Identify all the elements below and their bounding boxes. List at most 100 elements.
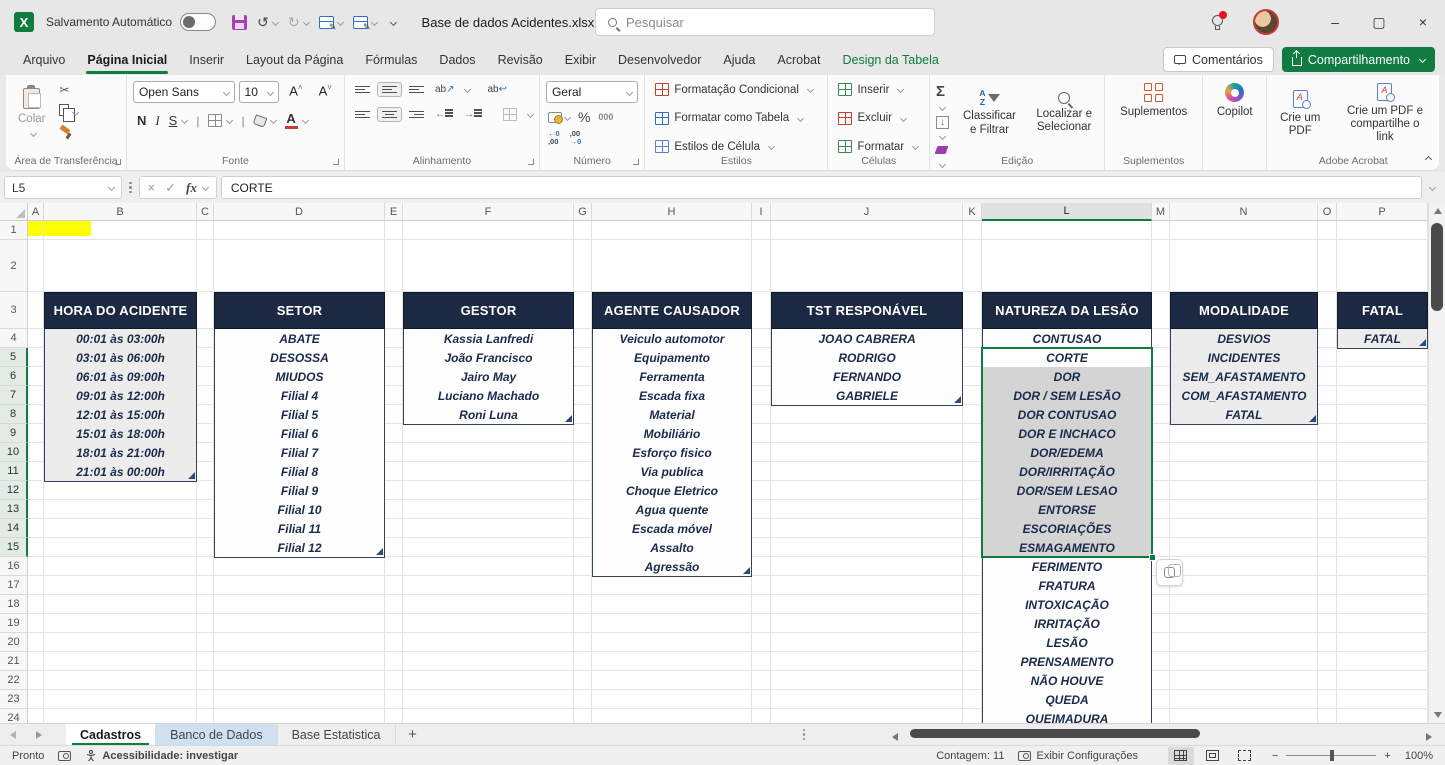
row-header-4[interactable]: 4 [0,329,28,348]
cell-D13[interactable]: Filial 10 [214,500,385,520]
cell-F5[interactable]: João Francisco [403,348,574,368]
cell-N8[interactable]: FATAL [1170,405,1318,425]
horizontal-scrollbar[interactable] [886,726,1434,741]
font-dialog-launcher[interactable] [332,159,339,165]
row-header-18[interactable]: 18 [0,595,28,614]
table-style-quick-button[interactable] [318,15,344,33]
increase-font-button[interactable]: A˄ [283,81,308,103]
cell-L22[interactable]: NÃO HOUVE [982,671,1152,691]
table-header-D[interactable]: SETOR [214,292,385,329]
align-center-button[interactable] [376,106,402,123]
format-as-table-button[interactable]: Formatar como Tabela [655,111,821,125]
cell-N4[interactable]: DESVIOS [1170,329,1318,349]
sheet-tab-cadastros[interactable]: Cadastros [66,723,157,746]
cell-B4[interactable]: 00:01 às 03:00h [44,329,197,349]
fill-button[interactable]: ↓ [935,114,949,143]
cell-J7[interactable]: GABRIELE [771,386,963,406]
cell-L6[interactable]: DOR [982,367,1152,387]
column-header-B[interactable]: B [44,203,197,221]
cell-B9[interactable]: 15:01 às 18:00h [44,424,197,444]
formula-bar-handle[interactable] [126,181,135,194]
increase-indent-button[interactable]: → [460,106,486,123]
scroll-down-arrow[interactable] [1429,707,1445,723]
zoom-slider[interactable]: − + [1272,750,1391,762]
cell-H8[interactable]: Material [592,405,752,425]
ribbon-tab-arquivo[interactable]: Arquivo [12,47,76,73]
borders-button[interactable] [208,114,223,127]
italic-button[interactable]: I [155,113,159,129]
cell-L15[interactable]: ESMAGAMENTO [982,538,1152,558]
expand-formula-bar-button[interactable] [1428,183,1437,192]
cell-P4[interactable]: FATAL [1337,329,1428,349]
cell-B6[interactable]: 06:01 às 09:00h [44,367,197,387]
document-title[interactable]: Base de dados Acidentes.xlsx [422,15,605,30]
selection-fill-handle[interactable] [1149,554,1156,561]
format-painter-button[interactable] [59,126,78,143]
ribbon-tab-f-rmulas[interactable]: Fórmulas [354,47,428,73]
cell-L9[interactable]: DOR E INCHACO [982,424,1152,444]
column-header-N[interactable]: N [1170,203,1318,221]
sheet-tab-banco-de-dados[interactable]: Banco de Dados [156,723,278,746]
cell-L8[interactable]: DOR CONTUSAO [982,405,1152,425]
cell-D12[interactable]: Filial 9 [214,481,385,501]
ribbon-tab-acrobat[interactable]: Acrobat [766,47,831,73]
ribbon-tab-ajuda[interactable]: Ajuda [712,47,766,73]
qat-overflow-button[interactable] [387,18,397,26]
cell-H16[interactable]: Agressão [592,557,752,577]
save-button[interactable] [232,14,248,30]
cell-N6[interactable]: SEM_AFASTAMENTO [1170,367,1318,387]
column-header-P[interactable]: P [1337,203,1428,221]
cell-D9[interactable]: Filial 6 [214,424,385,444]
ribbon-tab-revis-o[interactable]: Revisão [487,47,554,73]
search-input[interactable]: Pesquisar [595,8,935,36]
sheet-nav-left[interactable] [0,730,26,739]
column-header-F[interactable]: F [403,203,574,221]
user-avatar[interactable] [1253,9,1279,35]
zoom-in-button[interactable]: + [1384,750,1390,762]
create-pdf-button[interactable]: Crie um PDF [1273,81,1326,147]
table-header-F[interactable]: GESTOR [403,292,574,329]
row-header-11[interactable]: 11 [0,462,28,481]
cell-H4[interactable]: Veiculo automotor [592,329,752,349]
autosum-button[interactable]: Σ [936,83,949,114]
ribbon-tab-layout-da-p-gina[interactable]: Layout da Página [235,47,354,73]
column-header-K[interactable]: K [963,203,982,221]
column-header-J[interactable]: J [771,203,963,221]
vertical-scroll-thumb[interactable] [1431,223,1443,311]
table-header-N[interactable]: MODALIDADE [1170,292,1318,329]
table-resize-handle[interactable] [954,396,961,403]
cell-H9[interactable]: Mobiliário [592,424,752,444]
table-resize-handle[interactable] [188,472,195,479]
create-share-pdf-button[interactable]: Crie um PDF e compartilhe o link [1337,81,1433,147]
cell-N7[interactable]: COM_AFASTAMENTO [1170,386,1318,406]
cell-L18[interactable]: INTOXICAÇÃO [982,595,1152,615]
thousands-format-button[interactable]: 000 [598,112,613,122]
close-button[interactable]: × [1401,0,1445,44]
excel-logo-icon[interactable]: X [14,12,34,32]
row-header-9[interactable]: 9 [0,424,28,443]
zoom-slider-knob[interactable] [1330,749,1335,761]
cell-J5[interactable]: RODRIGO [771,348,963,368]
column-header-L[interactable]: L [982,203,1152,221]
collapse-ribbon-button[interactable] [1422,152,1433,166]
scroll-left-arrow[interactable] [892,730,898,744]
row-header-23[interactable]: 23 [0,690,28,709]
copilot-button[interactable]: Copilot [1209,81,1261,121]
column-header-O[interactable]: O [1318,203,1337,221]
delete-cells-button[interactable]: Excluir [838,111,922,125]
cell-L17[interactable]: FRATURA [982,576,1152,596]
row-header-1[interactable]: 1 [0,221,28,240]
cell-L23[interactable]: QUEDA [982,690,1152,710]
cell-L12[interactable]: DOR/SEM LESAO [982,481,1152,501]
cell-L11[interactable]: DOR/IRRITAÇÃO [982,462,1152,482]
cell-D15[interactable]: Filial 12 [214,538,385,558]
insert-cells-button[interactable]: Inserir [838,83,922,96]
cancel-entry-button[interactable]: × [148,180,156,195]
cell-F7[interactable]: Luciano Machado [403,386,574,406]
align-middle-button[interactable] [376,81,402,98]
table-resize-handle[interactable] [565,415,572,422]
cell-B10[interactable]: 18:01 às 21:00h [44,443,197,463]
cell-L21[interactable]: PRENSAMENTO [982,652,1152,672]
table-resize-handle[interactable] [1419,339,1426,346]
row-header-22[interactable]: 22 [0,671,28,690]
